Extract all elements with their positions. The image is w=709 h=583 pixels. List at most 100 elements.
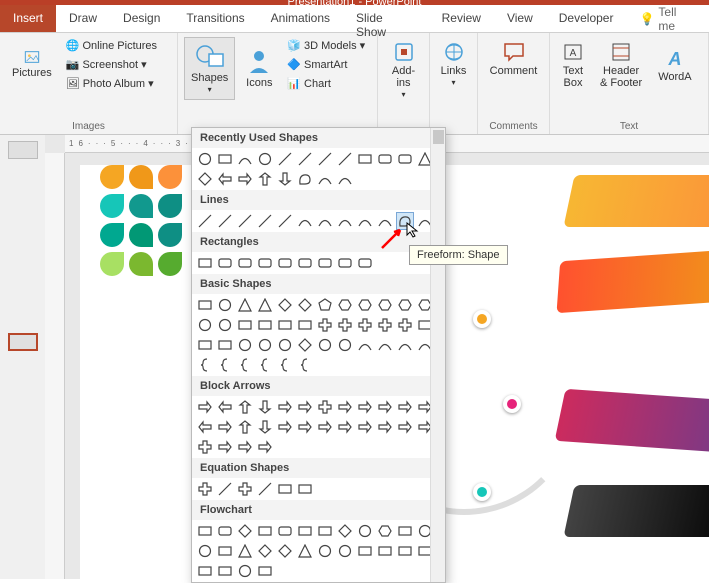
shape-circ[interactable] <box>216 296 234 314</box>
shape-rrect[interactable] <box>276 254 294 272</box>
shape-curve[interactable] <box>316 212 334 230</box>
shape-rrect[interactable] <box>296 254 314 272</box>
shape-plus[interactable] <box>316 398 334 416</box>
shape-arrR[interactable] <box>296 398 314 416</box>
shape-line[interactable] <box>336 150 354 168</box>
tab-developer[interactable]: Developer <box>546 5 627 32</box>
shape-rrect[interactable] <box>216 254 234 272</box>
shape-arrR[interactable] <box>196 398 214 416</box>
shape-rect[interactable] <box>216 562 234 580</box>
tab-draw[interactable]: Draw <box>56 5 110 32</box>
shape-arrR[interactable] <box>356 398 374 416</box>
shape-circ[interactable] <box>256 150 274 168</box>
shape-rect[interactable] <box>396 522 414 540</box>
shape-plus[interactable] <box>376 316 394 334</box>
shape-curve[interactable] <box>396 336 414 354</box>
shape-circ[interactable] <box>316 336 334 354</box>
shape-curve[interactable] <box>336 170 354 188</box>
shape-curve[interactable] <box>236 150 254 168</box>
shape-brace[interactable] <box>296 356 314 374</box>
shape-rrect[interactable] <box>376 150 394 168</box>
thumbnail[interactable] <box>8 141 38 159</box>
shape-arrR[interactable] <box>376 418 394 436</box>
shape-plus[interactable] <box>396 316 414 334</box>
shape-curve[interactable] <box>316 170 334 188</box>
shape-brace[interactable] <box>196 356 214 374</box>
tab-tellme[interactable]: 💡 Tell me <box>626 5 709 32</box>
shape-arrR[interactable] <box>376 398 394 416</box>
shape-rrect[interactable] <box>276 522 294 540</box>
shape-rrect[interactable] <box>216 522 234 540</box>
shape-diam[interactable] <box>236 522 254 540</box>
shape-rrect[interactable] <box>236 254 254 272</box>
shape-rect[interactable] <box>316 522 334 540</box>
3d-models-button[interactable]: 🧊3D Models ▾ <box>283 37 369 54</box>
shape-arrR[interactable] <box>356 418 374 436</box>
shape-plus[interactable] <box>196 438 214 456</box>
shape-rrect[interactable] <box>336 254 354 272</box>
shape-arrR[interactable] <box>336 418 354 436</box>
shape-rect[interactable] <box>196 562 214 580</box>
tab-animations[interactable]: Animations <box>258 5 343 32</box>
shape-plus[interactable] <box>316 316 334 334</box>
shape-line[interactable] <box>276 212 294 230</box>
shape-diam[interactable] <box>256 542 274 560</box>
shape-diam[interactable] <box>296 336 314 354</box>
shape-arrU[interactable] <box>256 170 274 188</box>
shape-plus[interactable] <box>196 480 214 498</box>
textbox-button[interactable]: A Text Box <box>556 37 590 93</box>
shape-rect[interactable] <box>196 296 214 314</box>
shape-rrect[interactable] <box>316 254 334 272</box>
shape-rect[interactable] <box>196 336 214 354</box>
shape-arrR[interactable] <box>296 418 314 436</box>
shape-arrR[interactable] <box>276 418 294 436</box>
shape-line[interactable] <box>316 150 334 168</box>
shape-rrect[interactable] <box>356 254 374 272</box>
shape-curve[interactable] <box>296 212 314 230</box>
shape-curve[interactable] <box>376 336 394 354</box>
chart-button[interactable]: 📊Chart <box>283 75 369 92</box>
shape-rect[interactable] <box>356 542 374 560</box>
tab-transitions[interactable]: Transitions <box>173 5 257 32</box>
shape-arrU[interactable] <box>236 398 254 416</box>
shape-diam[interactable] <box>276 296 294 314</box>
shape-rect[interactable] <box>216 336 234 354</box>
shape-circ[interactable] <box>356 522 374 540</box>
links-button[interactable]: Links ▾ <box>436 37 471 92</box>
shape-circ[interactable] <box>196 316 214 334</box>
shape-arrR[interactable] <box>216 418 234 436</box>
shape-rrect[interactable] <box>256 254 274 272</box>
shape-rect[interactable] <box>296 522 314 540</box>
shape-arrU[interactable] <box>236 418 254 436</box>
photo-album-button[interactable]: 🖼Photo Album ▾ <box>62 75 161 92</box>
shape-circ[interactable] <box>196 150 214 168</box>
shape-rect[interactable] <box>216 150 234 168</box>
shape-circ[interactable] <box>256 336 274 354</box>
tab-design[interactable]: Design <box>110 5 173 32</box>
shape-free[interactable] <box>296 170 314 188</box>
shape-plus[interactable] <box>236 480 254 498</box>
shape-arrR[interactable] <box>236 438 254 456</box>
shape-rect[interactable] <box>276 316 294 334</box>
shape-hex[interactable] <box>376 522 394 540</box>
shape-diam[interactable] <box>336 522 354 540</box>
shape-curve[interactable] <box>356 212 374 230</box>
shape-arrL[interactable] <box>196 418 214 436</box>
shape-rect[interactable] <box>256 316 274 334</box>
tab-review[interactable]: Review <box>429 5 494 32</box>
shape-circ[interactable] <box>236 336 254 354</box>
shape-hex[interactable] <box>396 296 414 314</box>
shape-line[interactable] <box>196 212 214 230</box>
shape-arrD[interactable] <box>256 418 274 436</box>
tab-view[interactable]: View <box>494 5 546 32</box>
shape-arrR[interactable] <box>396 418 414 436</box>
shape-arrR[interactable] <box>216 438 234 456</box>
gallery-scrollbar[interactable] <box>430 128 445 582</box>
shape-arrR[interactable] <box>276 398 294 416</box>
shape-circ[interactable] <box>236 562 254 580</box>
shape-circ[interactable] <box>196 542 214 560</box>
shape-hex[interactable] <box>336 296 354 314</box>
shape-line[interactable] <box>216 480 234 498</box>
comment-button[interactable]: Comment <box>484 37 543 81</box>
wordart-button[interactable]: A WordA <box>652 37 697 93</box>
